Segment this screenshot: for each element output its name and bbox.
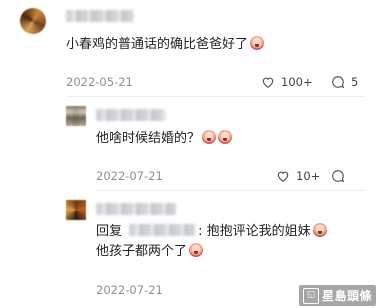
- reply-button[interactable]: 5: [331, 74, 358, 90]
- reply-text-line2: 他孩子都两个了: [96, 243, 204, 261]
- reply-count: 5: [351, 75, 359, 89]
- reply-body-line2: 他孩子都两个了: [96, 244, 188, 259]
- watermark-text: 星島頭條: [321, 289, 372, 303]
- reply-text: 他啥时候结婚的？: [96, 130, 233, 148]
- comment-body: 小春鸡的普通话的确比爸爸好了: [66, 37, 249, 52]
- heart-icon: [277, 171, 289, 182]
- comment-icon: [332, 170, 345, 183]
- emoji-icon: [218, 130, 233, 144]
- reply-text-line1: 回复 : 抱抱评论我的姐妹: [96, 223, 327, 241]
- logo-icon: ◱: [302, 287, 319, 304]
- avatar[interactable]: [20, 8, 46, 34]
- like-button[interactable]: 10+: [276, 168, 320, 184]
- username-blurred[interactable]: [66, 10, 134, 22]
- reply-button[interactable]: [331, 168, 345, 184]
- username-blurred[interactable]: [96, 203, 176, 215]
- comment-date: 2022-05-21: [66, 75, 133, 89]
- emoji-icon: [250, 36, 265, 50]
- reply-prefix: 回复: [96, 224, 123, 239]
- avatar[interactable]: [66, 106, 86, 126]
- like-count: 100+: [281, 75, 313, 89]
- divider: [66, 96, 366, 97]
- divider: [96, 190, 366, 191]
- comment-icon: [332, 76, 345, 89]
- reply-date: 2022-07-21: [96, 169, 163, 183]
- comment-text: 小春鸡的普通话的确比爸爸好了: [66, 36, 265, 54]
- reply-date: 2022-07-21: [96, 283, 163, 297]
- reply-body: 他啥时候结婚的？: [96, 131, 201, 146]
- like-button[interactable]: 100+: [261, 74, 313, 90]
- like-count: 10+: [296, 169, 321, 183]
- watermark: ◱ 星島頭條: [298, 285, 376, 306]
- reply-body-line1: : 抱抱评论我的姐妹: [198, 224, 311, 239]
- heart-icon: [262, 77, 274, 88]
- mention-blurred[interactable]: [129, 224, 196, 236]
- username-blurred[interactable]: [96, 109, 166, 121]
- emoji-icon: [189, 243, 204, 257]
- emoji-icon: [202, 130, 217, 144]
- avatar[interactable]: [66, 200, 86, 220]
- emoji-icon: [312, 223, 327, 237]
